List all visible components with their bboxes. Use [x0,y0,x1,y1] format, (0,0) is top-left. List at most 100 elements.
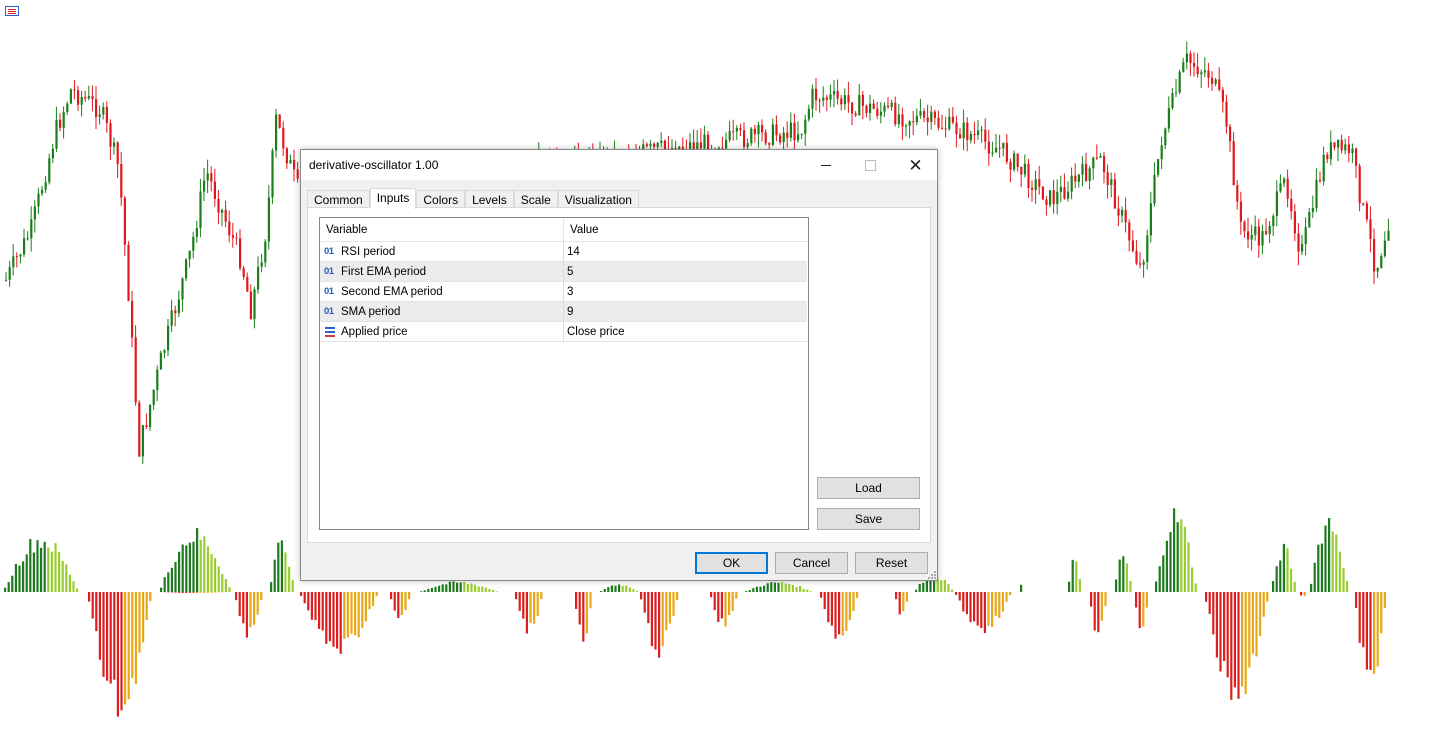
histogram-bar [404,592,407,610]
histogram-bar [138,592,141,653]
tab-inputs[interactable]: Inputs [369,188,417,209]
value-cell[interactable]: 3 [564,282,808,301]
histogram-bar [199,592,202,593]
minimize-button[interactable] [803,150,848,180]
candle-body [1052,190,1055,204]
input-row[interactable]: 01 RSI period 14 [320,242,807,262]
resize-grip-icon[interactable] [927,570,936,579]
load-button[interactable]: Load [817,477,920,499]
candle-body [987,141,990,154]
candle-body [66,103,69,112]
histogram-bar [522,592,525,619]
input-row[interactable]: 01 First EMA period 5 [320,262,807,282]
histogram-bar [731,592,734,611]
histogram-bar [192,541,195,592]
variable-cell: 01 Second EMA period [320,282,564,301]
value-cell[interactable]: 5 [564,262,808,281]
chart-list-icon[interactable] [5,6,19,16]
candle-body [926,117,929,122]
histogram-bar [372,592,375,606]
input-row[interactable]: 01 SMA period 9 [320,302,807,322]
candle-body [779,135,782,143]
histogram-bar [452,581,455,592]
histogram-bar [134,592,137,685]
histogram-bar [973,592,976,622]
candle-body [1301,243,1304,252]
histogram-bar [145,592,148,620]
value-cell[interactable]: 14 [564,242,808,261]
histogram-bar [18,565,21,592]
candle-body [282,127,285,149]
candle-body [1337,139,1340,148]
candle-body [33,206,36,220]
histogram-bar [170,567,173,592]
candle-body [1347,144,1350,154]
histogram-bar [614,585,617,592]
histogram-bar [1355,592,1358,608]
histogram-bar [474,584,477,592]
candle-body [941,127,944,129]
candle-body [1261,231,1264,246]
candle-body [1362,203,1365,205]
close-button[interactable]: ✕ [893,150,938,180]
candle-body [980,129,983,131]
histogram-bar [196,592,199,594]
candle-body [1088,168,1091,181]
histogram-bar [991,592,994,627]
candle-body [1016,153,1019,167]
candle-body [771,124,774,145]
histogram-bar [68,574,71,592]
candle-body [1308,212,1311,228]
dialog-titlebar[interactable]: derivative-oscillator 1.00 ✕ [301,150,937,180]
column-header-value[interactable]: Value [564,218,808,241]
candle-body [1257,226,1260,246]
histogram-bar [781,581,784,592]
histogram-bar [124,592,127,705]
histogram-bar [1303,592,1306,597]
candle-body [822,97,825,101]
candle-body [663,140,666,150]
variable-cell: Applied price [320,322,564,341]
histogram-bar [1362,592,1365,648]
histogram-bar [1215,592,1218,658]
input-row[interactable]: Applied price Close price [320,322,807,342]
histogram-bar [397,592,400,618]
candle-body [789,122,792,138]
histogram-bar [980,592,983,629]
candle-body [1225,101,1228,127]
candle-body [41,189,44,194]
histogram-bar [43,541,46,592]
histogram-bar [328,592,331,642]
candle-body [1074,175,1077,182]
candle-body [1182,62,1185,72]
candle-body [271,150,274,198]
column-header-variable[interactable]: Variable [320,218,564,241]
candle-body [944,128,947,130]
candle-body [131,300,134,338]
value-cell[interactable]: 9 [564,302,808,321]
candle-body [293,159,296,170]
candle-body [1110,179,1113,185]
histogram-bar [958,592,961,601]
histogram-bar [423,590,426,592]
reset-button[interactable]: Reset [855,552,928,574]
histogram-bar [253,592,256,625]
histogram-bar [470,583,473,592]
value-cell[interactable]: Close price [564,322,808,341]
cancel-button[interactable]: Cancel [775,552,848,574]
histogram-bar [343,592,346,639]
candle-body [278,114,281,128]
histogram-bar [791,585,794,592]
histogram-bar [710,592,713,598]
histogram-bar [210,554,213,592]
candle-body [257,266,260,290]
histogram-bar [242,592,245,624]
histogram-bar [346,592,349,638]
input-row[interactable]: 01 Second EMA period 3 [320,282,807,302]
save-button[interactable]: Save [817,508,920,530]
ok-button[interactable]: OK [695,552,768,574]
histogram-bar [1233,592,1236,688]
candle-body [170,310,173,326]
histogram-bar [1020,584,1023,592]
histogram-bar [116,592,119,717]
